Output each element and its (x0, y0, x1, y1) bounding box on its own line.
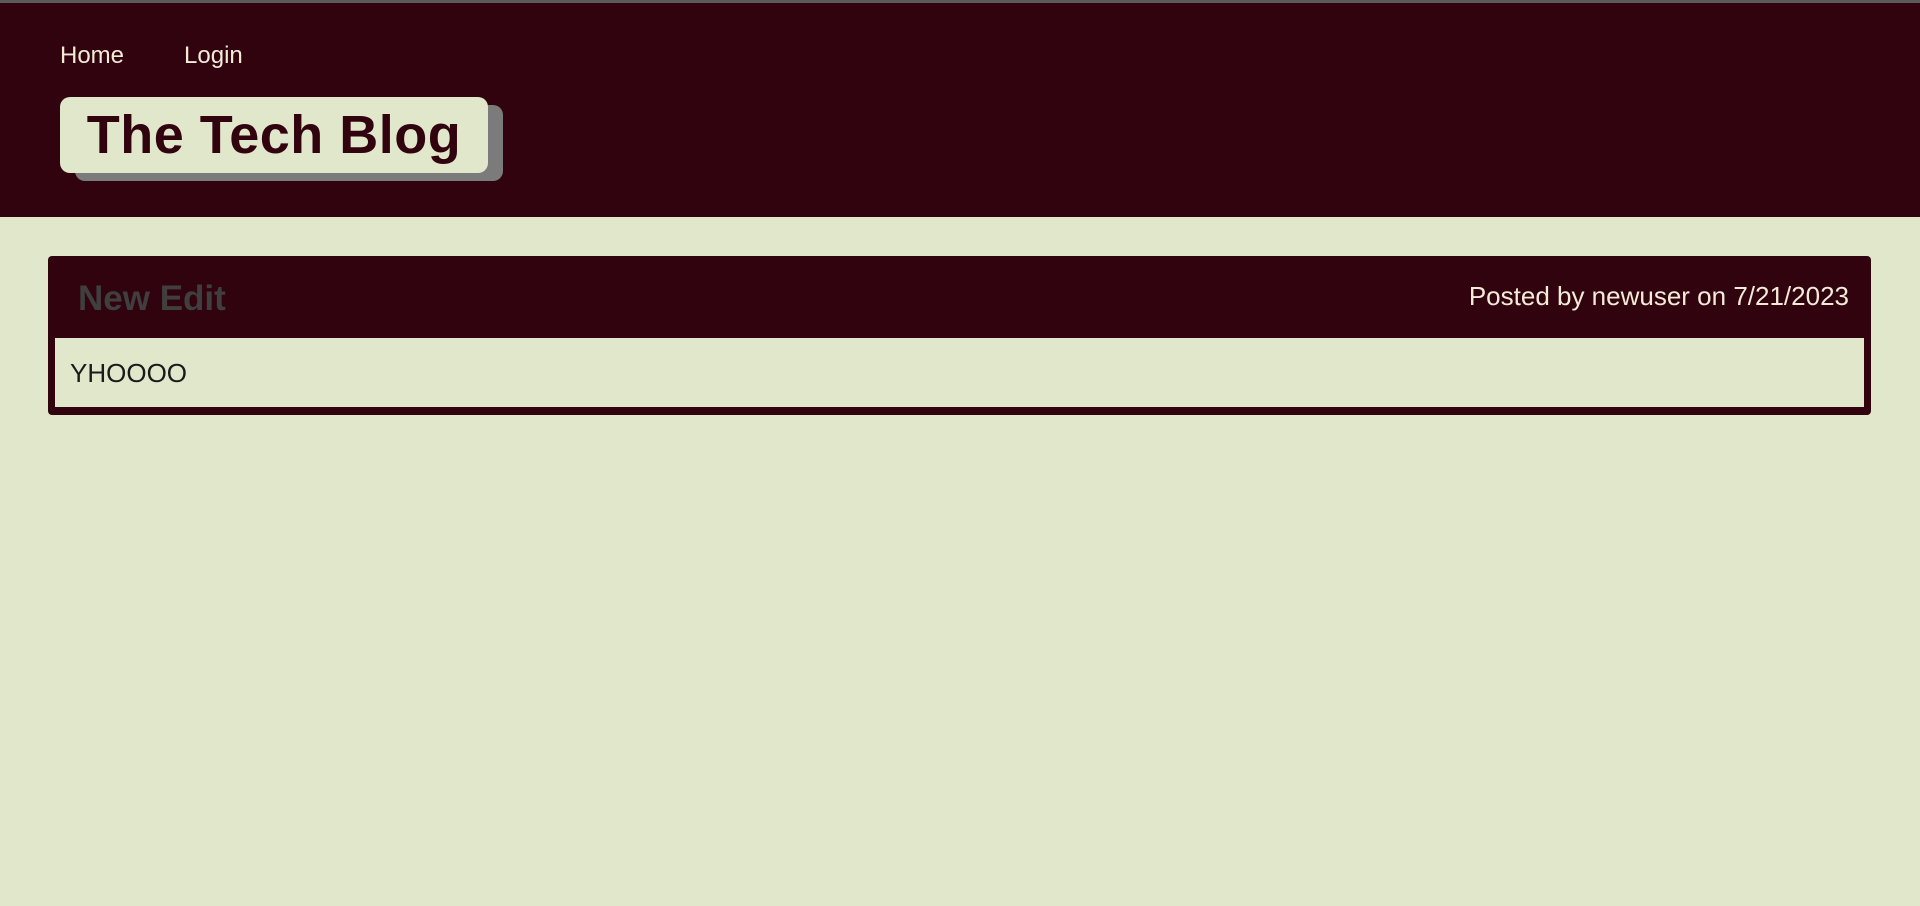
post-title[interactable]: New Edit (78, 279, 226, 319)
main-nav: Home Login (60, 41, 243, 71)
post-body-text: YHOOOO (70, 357, 188, 388)
post-meta: Posted by newuser on 7/21/2023 (1468, 281, 1849, 311)
site-header: Home Login The Tech Blog (0, 3, 1920, 217)
nav-home-link[interactable]: Home (60, 41, 124, 71)
site-title: The Tech Blog (86, 105, 462, 165)
nav-login-link[interactable]: Login (184, 41, 243, 71)
post-body: YHOOOO (55, 338, 1864, 407)
post-card: New Edit Posted by newuser on 7/21/2023 … (48, 256, 1871, 415)
brand-box: The Tech Blog (60, 97, 488, 173)
brand-logo: The Tech Blog (60, 97, 503, 181)
